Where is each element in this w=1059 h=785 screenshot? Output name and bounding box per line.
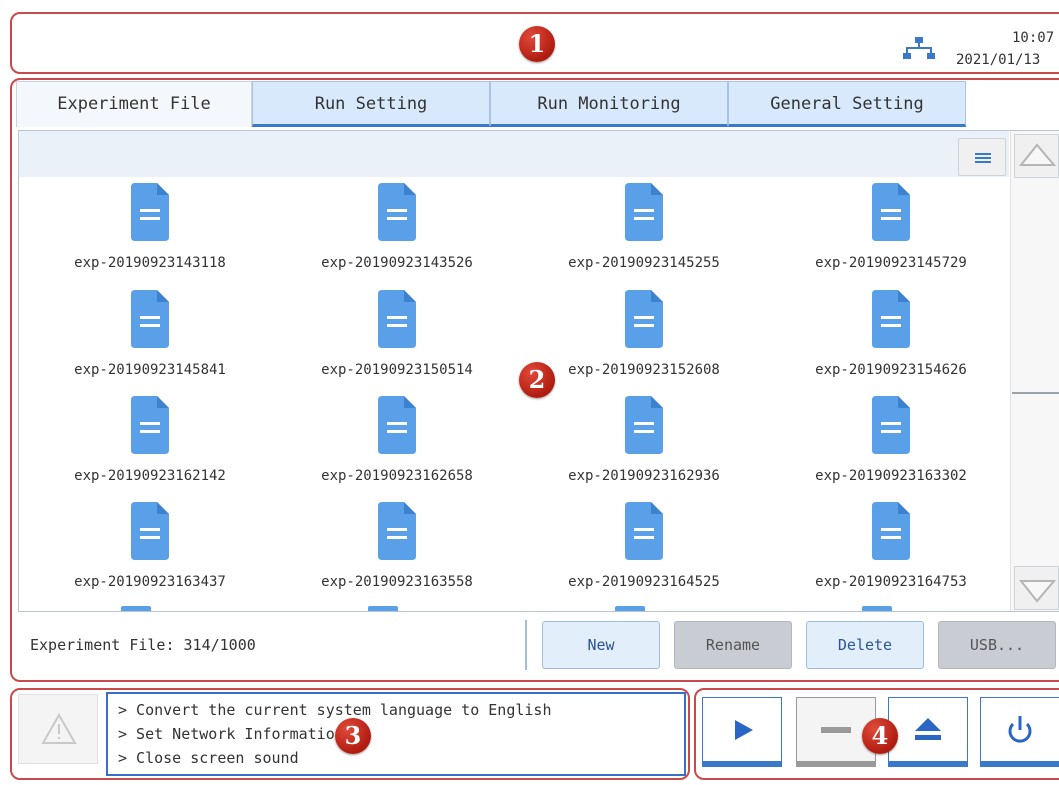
file-icon bbox=[378, 183, 416, 241]
file-name: exp-20190923145841 bbox=[74, 362, 226, 378]
tab-run-setting[interactable]: Run Setting bbox=[252, 81, 490, 127]
power-icon bbox=[1008, 716, 1032, 743]
file-name: exp-20190923163558 bbox=[321, 574, 473, 590]
play-icon bbox=[735, 720, 753, 740]
file-count: Experiment File: 314/1000 bbox=[30, 636, 256, 654]
message-log: > Convert the current system language to… bbox=[106, 692, 686, 776]
file-name: exp-20190923162658 bbox=[321, 468, 473, 484]
eject-icon bbox=[915, 718, 941, 740]
file-name: exp-20190923145255 bbox=[568, 255, 720, 271]
file-name: exp-20190923163437 bbox=[74, 574, 226, 590]
tab-run-monitoring[interactable]: Run Monitoring bbox=[490, 81, 728, 127]
file-icon bbox=[378, 396, 416, 454]
file-item[interactable]: exp-20190923150514 bbox=[282, 290, 512, 395]
warning-icon bbox=[41, 712, 77, 744]
file-icon bbox=[625, 183, 663, 241]
file-item[interactable]: exp-20190923162658 bbox=[282, 396, 512, 501]
file-icon bbox=[131, 502, 169, 560]
file-icon bbox=[131, 183, 169, 241]
message-line: > Convert the current system language to… bbox=[118, 701, 552, 719]
region-badge-3: 3 bbox=[335, 718, 371, 754]
file-item[interactable]: exp-20190923164525 bbox=[529, 502, 759, 607]
file-item[interactable]: exp-20190923143526 bbox=[282, 183, 512, 288]
usb-button[interactable]: USB... bbox=[938, 621, 1056, 669]
scrollbar[interactable] bbox=[1010, 131, 1059, 611]
file-item[interactable]: exp-20190923143118 bbox=[35, 183, 265, 288]
tab-experiment-file[interactable]: Experiment File bbox=[16, 81, 252, 127]
list-view-icon[interactable] bbox=[958, 138, 1006, 176]
scroll-up-button[interactable] bbox=[1014, 134, 1059, 178]
file-name: exp-20190923164753 bbox=[815, 574, 967, 590]
file-item[interactable]: exp-20190923164753 bbox=[776, 502, 1006, 607]
status-date: 2021/01/13 bbox=[956, 52, 1041, 68]
file-name: exp-20190923152608 bbox=[568, 362, 720, 378]
delete-button[interactable]: Delete bbox=[806, 621, 924, 669]
file-item[interactable]: exp-20190923162142 bbox=[35, 396, 265, 501]
power-button[interactable] bbox=[980, 697, 1059, 767]
tab-general-setting[interactable]: General Setting bbox=[728, 81, 966, 127]
new-button[interactable]: New bbox=[542, 621, 660, 669]
file-icon bbox=[625, 396, 663, 454]
file-item[interactable]: exp-20190923145841 bbox=[35, 290, 265, 395]
file-name: exp-20190923143118 bbox=[74, 255, 226, 271]
file-icon bbox=[131, 290, 169, 348]
region-badge-4: 4 bbox=[862, 718, 898, 754]
file-icon-partial bbox=[368, 606, 398, 611]
file-icon bbox=[625, 290, 663, 348]
file-name: exp-20190923162936 bbox=[568, 468, 720, 484]
file-item[interactable]: exp-20190923154626 bbox=[776, 290, 1006, 395]
file-name: exp-20190923154626 bbox=[815, 362, 967, 378]
file-icon bbox=[872, 183, 910, 241]
file-name: exp-20190923162142 bbox=[74, 468, 226, 484]
file-icon bbox=[872, 290, 910, 348]
scroll-down-button[interactable] bbox=[1014, 566, 1059, 610]
file-item[interactable]: exp-20190923152608 bbox=[529, 290, 759, 395]
file-icon-partial bbox=[121, 606, 151, 611]
file-icon bbox=[131, 396, 169, 454]
file-name: exp-20190923163302 bbox=[815, 468, 967, 484]
file-icon bbox=[625, 502, 663, 560]
file-icon bbox=[872, 502, 910, 560]
warning-button[interactable] bbox=[18, 694, 98, 764]
file-item[interactable]: exp-20190923145729 bbox=[776, 183, 1006, 288]
footer-divider bbox=[525, 620, 527, 670]
file-item[interactable]: exp-20190923162936 bbox=[529, 396, 759, 501]
file-item[interactable]: exp-20190923145255 bbox=[529, 183, 759, 288]
message-line: > Set Network Information bbox=[118, 725, 344, 743]
file-icon-partial bbox=[615, 606, 645, 611]
region-badge-2: 2 bbox=[519, 362, 555, 398]
file-name: exp-20190923143526 bbox=[321, 255, 473, 271]
scroll-thumb-line bbox=[1012, 392, 1059, 394]
file-icon-partial bbox=[862, 606, 892, 611]
network-icon bbox=[903, 35, 935, 61]
file-item[interactable]: exp-20190923163302 bbox=[776, 396, 1006, 501]
file-icon bbox=[378, 502, 416, 560]
eject-button[interactable] bbox=[888, 697, 968, 767]
file-pane-header bbox=[19, 131, 1009, 177]
file-icon bbox=[378, 290, 416, 348]
file-name: exp-20190923145729 bbox=[815, 255, 967, 271]
region-badge-1: 1 bbox=[519, 26, 555, 62]
file-name: exp-20190923164525 bbox=[568, 574, 720, 590]
file-item[interactable]: exp-20190923163558 bbox=[282, 502, 512, 607]
rename-button[interactable]: Rename bbox=[674, 621, 792, 669]
play-button[interactable] bbox=[702, 697, 782, 767]
file-icon bbox=[872, 396, 910, 454]
message-line: > Close screen sound bbox=[118, 749, 299, 767]
status-time: 10:07 bbox=[1012, 30, 1055, 46]
file-item[interactable]: exp-20190923163437 bbox=[35, 502, 265, 607]
file-name: exp-20190923150514 bbox=[321, 362, 473, 378]
